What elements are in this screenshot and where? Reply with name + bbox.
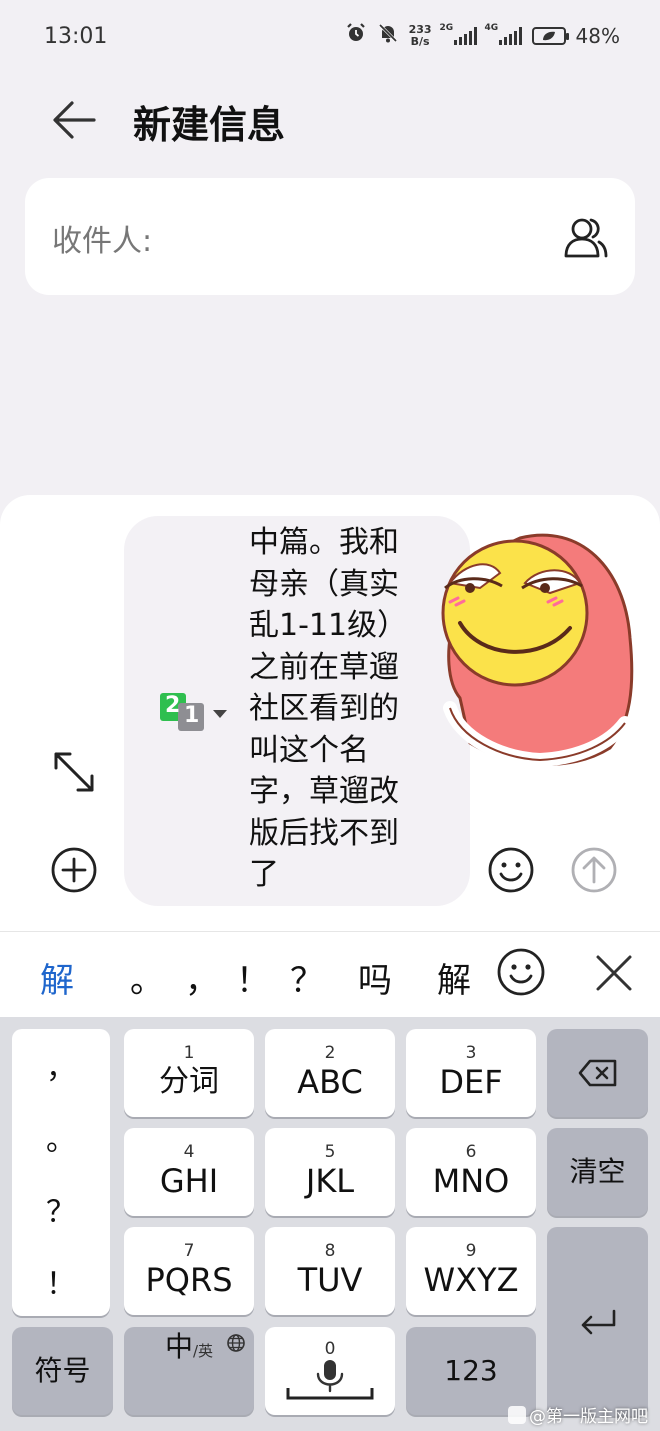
candidate-item[interactable]: ？ <box>290 953 324 1002</box>
key-label: TUV <box>297 1261 363 1299</box>
contacts-icon[interactable] <box>563 214 609 260</box>
punct-key[interactable]: ， <box>12 1043 110 1087</box>
mute-bell-icon <box>377 22 399 49</box>
key-sublabel: /英 <box>192 1342 214 1360</box>
battery-percent: 48% <box>575 23 620 48</box>
battery-icon <box>531 26 569 45</box>
candidate-item[interactable]: 吗 <box>358 953 392 1002</box>
keyboard-emoji-icon[interactable] <box>496 947 546 997</box>
watermark: @第一版主网吧 <box>508 1402 648 1427</box>
watermark-logo-icon <box>508 1405 526 1424</box>
key-number: 2 <box>324 1043 336 1063</box>
watermark-text: @第一版主网吧 <box>529 1407 648 1427</box>
alarm-icon <box>345 22 367 49</box>
sim1-network-label: 2G <box>439 22 454 33</box>
key-9[interactable]: 9 WXYZ <box>406 1227 536 1315</box>
key-3[interactable]: 3 DEF <box>406 1029 536 1117</box>
key-label: JKL <box>305 1162 355 1200</box>
smirk-emoji-sticker <box>430 528 640 768</box>
key-label: 中 <box>164 1330 193 1363</box>
candidate-item[interactable]: 。 <box>130 953 164 1002</box>
sim-primary-number: 2 <box>165 693 181 718</box>
key-label: WXYZ <box>423 1261 519 1299</box>
message-line: 叫这个名 <box>249 732 369 768</box>
message-line: 字，草遛改 <box>249 774 399 809</box>
key-label: GHI <box>159 1162 219 1200</box>
candidate-item[interactable]: ， <box>185 953 219 1002</box>
message-text: 中篇。我和 母亲（真实 乱1-11级） 之前在草遛 社区看到的 叫这个名 字，草… <box>249 522 421 896</box>
key-8[interactable]: 8 TUV <box>265 1227 395 1315</box>
key-label: 清空 <box>569 1155 626 1188</box>
key-label: PQRS <box>145 1261 233 1299</box>
key-number: 9 <box>465 1241 477 1261</box>
emoji-icon[interactable] <box>487 846 535 894</box>
sim-secondary-number: 1 <box>184 703 200 728</box>
candidate-bar <box>0 931 660 1017</box>
clear-key[interactable]: 清空 <box>547 1128 648 1216</box>
key-number: 4 <box>183 1142 195 1162</box>
message-line: 了 <box>249 857 279 892</box>
punct-key[interactable]: ？ <box>12 1187 110 1231</box>
key-number: 8 <box>324 1241 336 1261</box>
key-label: 分词 <box>159 1064 219 1099</box>
candidate-item[interactable]: 解 <box>437 953 473 1002</box>
key-label: 符号 <box>34 1354 91 1387</box>
globe-icon <box>226 1333 246 1357</box>
key-label: MNO <box>432 1162 510 1200</box>
message-line: 社区看到的 <box>249 691 399 726</box>
key-label: DEF <box>439 1063 503 1101</box>
net-speed-value: 233 <box>408 22 432 36</box>
net-speed: 233 B/s <box>408 22 432 48</box>
key-number: 7 <box>183 1241 195 1261</box>
status-time: 13:01 <box>44 24 108 49</box>
key-number: 6 <box>465 1142 477 1162</box>
recipient-label: 收件人: <box>52 224 153 259</box>
signal-sim1-icon: 2G <box>440 23 477 45</box>
message-line: 乱1-11级） <box>249 608 408 643</box>
key-7[interactable]: 7 PQRS <box>124 1227 254 1315</box>
key-number: 0 <box>324 1339 336 1359</box>
back-arrow-icon[interactable] <box>50 98 98 142</box>
candidate-item[interactable]: ！ <box>236 953 270 1002</box>
enter-key[interactable] <box>547 1227 648 1416</box>
enter-icon <box>581 1309 615 1334</box>
message-line: 之前在草遛 <box>249 649 399 685</box>
candidate-item[interactable]: 解 <box>40 953 74 1002</box>
add-attachment-icon[interactable] <box>50 846 98 894</box>
key-5[interactable]: 5 JKL <box>265 1128 395 1216</box>
key-number: 5 <box>324 1142 336 1162</box>
message-line: 中篇。我和 <box>249 525 399 560</box>
message-line: 母亲（真实 <box>249 566 399 602</box>
key-2[interactable]: 2 ABC <box>265 1029 395 1117</box>
key-4[interactable]: 4 GHI <box>124 1128 254 1216</box>
language-switch-key[interactable]: 中 /英 <box>124 1327 254 1415</box>
punct-key[interactable]: 。 <box>12 1115 110 1159</box>
backspace-key[interactable] <box>547 1029 648 1117</box>
signal-sim2-icon: 4G <box>485 23 522 45</box>
status-icons: 233 B/s 2G 4G 48% <box>345 22 620 49</box>
key-1[interactable]: 1 分词 <box>124 1029 254 1117</box>
punctuation-column[interactable]: ， 。 ？ ！ <box>12 1029 110 1316</box>
key-number: 1 <box>183 1043 195 1063</box>
sim-selector[interactable]: 2 1 <box>160 693 232 733</box>
expand-icon[interactable] <box>50 748 98 796</box>
key-6[interactable]: 6 MNO <box>406 1128 536 1216</box>
page-title: 新建信息 <box>133 103 286 147</box>
key-number: 3 <box>465 1043 477 1063</box>
key-0-space[interactable]: 0 <box>265 1327 395 1415</box>
backspace-icon <box>578 1059 616 1087</box>
key-label: ABC <box>297 1063 363 1101</box>
symbols-key[interactable]: 符号 <box>12 1327 113 1415</box>
send-icon[interactable] <box>570 846 618 894</box>
net-speed-unit: B/s <box>410 34 430 48</box>
close-candidates-icon[interactable] <box>594 953 634 993</box>
microphone-icon <box>286 1360 374 1400</box>
punct-key[interactable]: ！ <box>12 1259 110 1303</box>
sim2-network-label: 4G <box>484 22 499 33</box>
key-label: 123 <box>444 1354 498 1387</box>
message-line: 版后找不到 <box>249 815 399 851</box>
